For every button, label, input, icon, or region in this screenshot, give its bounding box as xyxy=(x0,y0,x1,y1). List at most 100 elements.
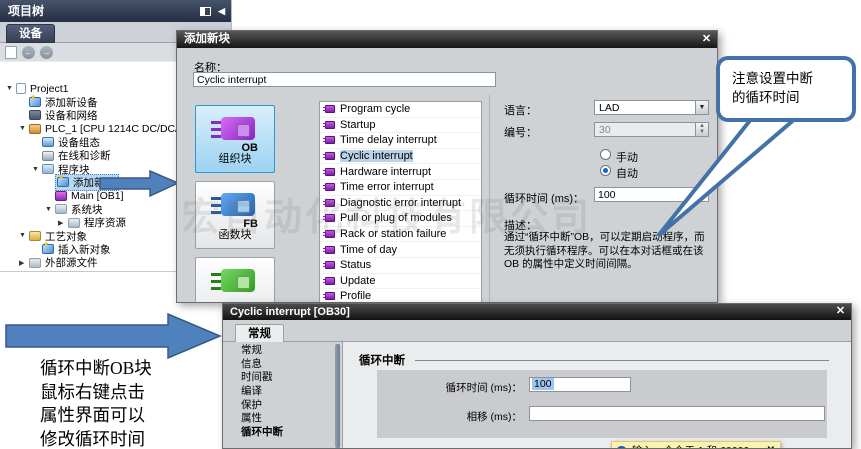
program-resources-icon xyxy=(68,218,80,228)
ob-mini-icon xyxy=(325,230,335,238)
callout-bubble: 注意设置中断 的循环时间 xyxy=(716,56,856,122)
list-item[interactable]: Program cycle xyxy=(320,102,481,118)
annotation-line: 鼠标右键点击 xyxy=(40,381,152,405)
manual-radio-label[interactable]: 手动 xyxy=(616,149,638,165)
tab-devices[interactable]: 设备 xyxy=(6,24,55,43)
block-type-fc-button[interactable] xyxy=(195,257,275,303)
cycle-time-input[interactable] xyxy=(594,187,709,202)
number-label: 编号： xyxy=(504,124,537,140)
nav-item-cyclic-interrupt[interactable]: 循环中断 xyxy=(233,426,333,440)
list-item-label: Update xyxy=(340,275,375,287)
block-name-input[interactable] xyxy=(193,72,496,87)
annotation-line: 属性界面可以 xyxy=(40,404,152,428)
plc-icon xyxy=(29,124,41,134)
nav-item-protection[interactable]: 保护 xyxy=(233,399,333,413)
properties-pointer-arrow xyxy=(0,308,225,363)
cycle-time-label: 循环时间 (ms)： xyxy=(504,190,584,206)
ob-mini-icon xyxy=(325,261,335,269)
ob-mini-icon xyxy=(325,168,335,176)
expander-icon[interactable]: ▶ xyxy=(19,259,29,267)
ob-mini-icon xyxy=(325,199,335,207)
cycle-time-value: 100 xyxy=(532,378,554,390)
expander-icon[interactable]: ▼ xyxy=(6,85,16,92)
ob-mini-icon xyxy=(325,121,335,129)
list-item[interactable]: Time error interrupt xyxy=(320,180,481,196)
ob-block-icon: OB xyxy=(209,115,261,149)
add-new-icon xyxy=(57,177,69,187)
list-item-cyclic-interrupt[interactable]: Cyclic interrupt xyxy=(320,149,481,165)
list-item[interactable]: Time delay interrupt xyxy=(320,133,481,149)
back-icon[interactable]: ← xyxy=(22,46,35,59)
phase-shift-label: 相移 (ms)： xyxy=(387,409,522,424)
list-item[interactable]: Time of day xyxy=(320,242,481,258)
program-blocks-icon xyxy=(42,164,54,174)
description-text: 通过“循环中断”OB，可以定期启动程序，而无须执行循环程序。可以在本对话框或在该… xyxy=(504,231,706,272)
nav-scrollbar[interactable] xyxy=(335,344,340,448)
new-item-icon[interactable] xyxy=(5,46,17,59)
ob-mini-icon xyxy=(325,246,335,254)
expander-icon[interactable]: ▼ xyxy=(45,206,55,213)
nav-item-compile[interactable]: 编译 xyxy=(233,385,333,399)
list-item-label: Time of day xyxy=(340,244,397,256)
tab-general[interactable]: 常规 xyxy=(235,324,284,342)
manual-radio[interactable] xyxy=(600,149,611,160)
nav-item-attributes[interactable]: 属性 xyxy=(233,412,333,426)
cycle-time-input[interactable]: 100 xyxy=(529,377,631,392)
block-type-ob-button[interactable]: OB 组织块 xyxy=(195,105,275,173)
expander-icon[interactable]: ▶ xyxy=(58,219,68,227)
project-icon xyxy=(16,83,26,94)
ob30-dialog-titlebar[interactable]: Cyclic interrupt [OB30] ✕ xyxy=(223,304,851,320)
expander-icon[interactable]: ▼ xyxy=(19,232,29,239)
validation-tooltip: i ✕ 输入一个介于 1 和 60000 之间的值。 xyxy=(611,441,781,449)
split-view-icon[interactable] xyxy=(200,7,211,16)
automatic-radio-label[interactable]: 自动 xyxy=(616,165,638,181)
add-block-dialog-titlebar[interactable]: 添加新块 ✕ xyxy=(177,31,717,48)
ob-mini-icon xyxy=(325,136,335,144)
list-item[interactable]: Profile xyxy=(320,289,481,303)
list-item-label: Time error interrupt xyxy=(340,181,434,193)
ob30-tabstrip: 常规 xyxy=(223,320,851,342)
close-icon[interactable]: ✕ xyxy=(767,444,775,449)
annotation-line: 修改循环时间 xyxy=(40,428,152,449)
nav-item-information[interactable]: 信息 xyxy=(233,358,333,372)
add-block-dialog: 添加新块 ✕ 名称： OB 组织块 FB 函数块 xyxy=(176,30,718,303)
number-input: 30 ▲▼ xyxy=(594,122,709,137)
nav-item-timestamp[interactable]: 时间戳 xyxy=(233,371,333,385)
expander-icon[interactable]: ▼ xyxy=(19,125,29,132)
add-new-icon xyxy=(29,97,41,107)
block-type-label: 组织块 xyxy=(196,150,274,166)
number-value: 30 xyxy=(599,124,611,136)
ob30-dialog-title: Cyclic interrupt [OB30] xyxy=(230,306,350,318)
list-item[interactable]: Hardware interrupt xyxy=(320,164,481,180)
expander-icon[interactable]: ▼ xyxy=(32,166,42,173)
tooltip-line: 输入一个介于 1 和 60000 xyxy=(632,444,776,449)
language-select[interactable]: LAD ▼ xyxy=(594,100,709,115)
close-icon[interactable]: ✕ xyxy=(699,32,714,46)
list-item[interactable]: Diagnostic error interrupt xyxy=(320,196,481,212)
collapse-panel-icon[interactable]: ◀ xyxy=(218,7,225,16)
system-blocks-icon xyxy=(55,204,67,214)
ob-mini-icon xyxy=(325,105,335,113)
list-item[interactable]: Update xyxy=(320,274,481,290)
project-tree-titlebar: 项目树 ◀ xyxy=(0,0,231,22)
list-item[interactable]: Startup xyxy=(320,118,481,134)
chevron-down-icon[interactable]: ▼ xyxy=(695,101,708,114)
network-icon xyxy=(29,110,41,120)
list-item[interactable]: Status xyxy=(320,258,481,274)
tree-item-label: PLC_1 [CPU 1214C DC/DC/DC] xyxy=(45,123,196,135)
forward-icon[interactable]: → xyxy=(40,46,53,59)
callout-line: 的循环时间 xyxy=(732,88,852,107)
add-new-icon xyxy=(42,244,54,254)
technology-objects-icon xyxy=(29,231,41,241)
cycle-time-label: 循环时间 (ms)： xyxy=(387,380,522,395)
automatic-radio[interactable] xyxy=(600,165,611,176)
nav-item-general[interactable]: 常规 xyxy=(233,344,333,358)
tree-item-label: 程序资源 xyxy=(84,215,126,230)
list-item[interactable]: Rack or station failure xyxy=(320,227,481,243)
list-item-label: Program cycle xyxy=(340,103,410,115)
list-item-label: Time delay interrupt xyxy=(340,134,437,146)
close-icon[interactable]: ✕ xyxy=(833,304,848,318)
block-type-fb-button[interactable]: FB 函数块 xyxy=(195,181,275,249)
phase-shift-input[interactable] xyxy=(529,406,825,421)
list-item[interactable]: Pull or plug of modules xyxy=(320,211,481,227)
